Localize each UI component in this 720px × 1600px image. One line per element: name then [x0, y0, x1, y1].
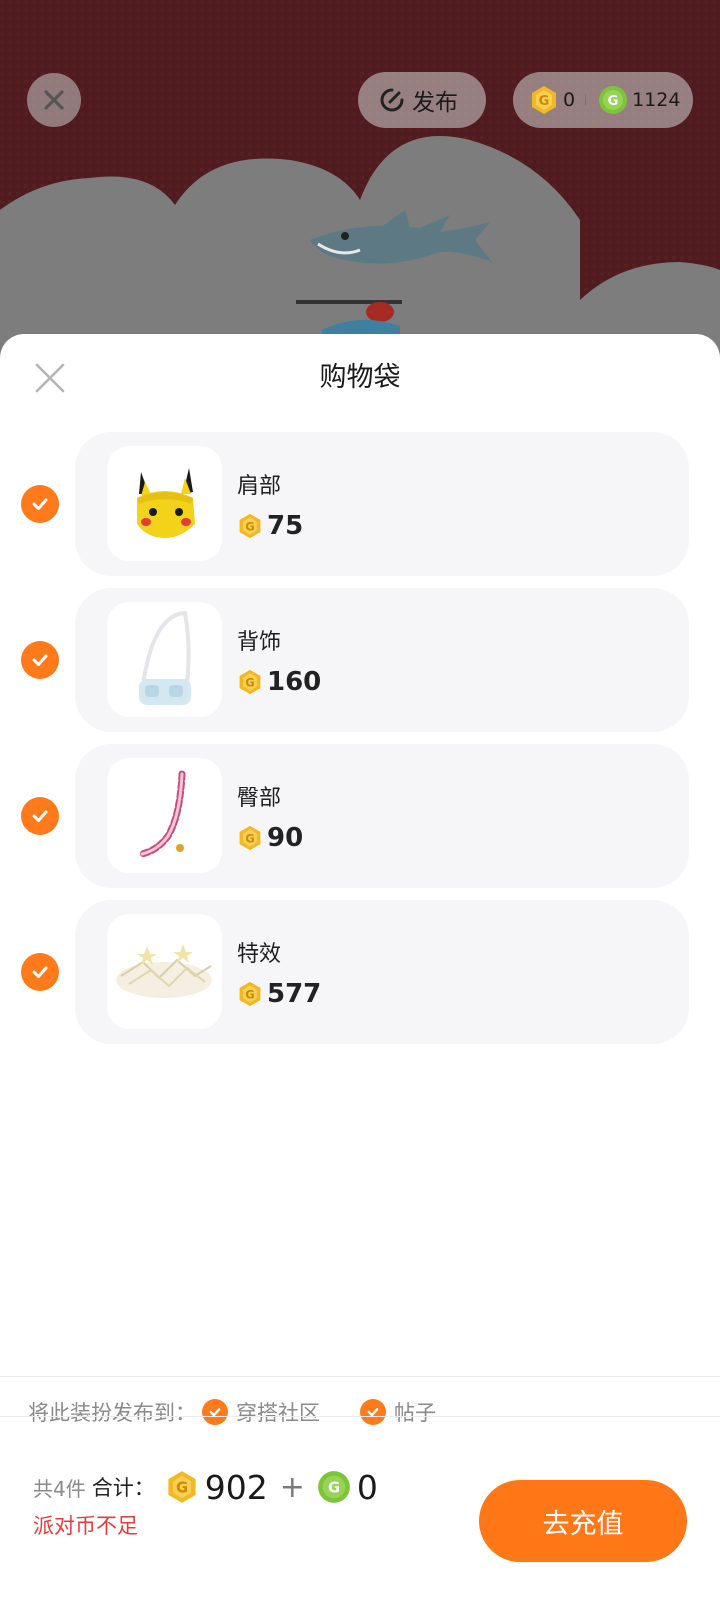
gold-coin-icon: G — [239, 669, 261, 695]
item-price: G 75 — [237, 511, 303, 541]
item-price: G 577 — [237, 979, 321, 1009]
cart-item: 臀部 G 90 — [0, 744, 720, 888]
svg-text:G: G — [245, 832, 254, 845]
item-name: 背饰 — [237, 630, 282, 655]
publish-option-post[interactable]: 帖子 — [360, 1397, 436, 1427]
pikachu-hat-image — [136, 467, 195, 538]
cart-item: 背饰 G 160 — [0, 588, 720, 732]
item-count: 共4件 — [33, 1476, 86, 1501]
item-checkbox[interactable] — [21, 797, 59, 835]
option-checkbox[interactable] — [360, 1399, 386, 1425]
close-scene-button[interactable] — [27, 73, 81, 127]
item-price-value: 90 — [267, 823, 304, 853]
item-card[interactable]: 特效 G 577 — [75, 900, 689, 1044]
recharge-button[interactable]: 去充值 — [479, 1480, 687, 1562]
coin-balance[interactable]: G 0 G 1124 — [513, 72, 693, 128]
svg-text:G: G — [245, 676, 254, 689]
effect-image — [116, 943, 212, 998]
svg-text:G: G — [245, 988, 254, 1001]
gold-coin-icon: G — [168, 1471, 196, 1503]
publish-option-community[interactable]: 穿搭社区 — [202, 1397, 320, 1427]
publish-to-row: 将此装扮发布到： 穿搭社区 帖子 — [28, 1396, 436, 1428]
item-thumbnail — [107, 758, 222, 873]
item-price-value: 160 — [267, 667, 322, 697]
check-icon — [32, 654, 48, 666]
option-label: 穿搭社区 — [236, 1401, 320, 1425]
item-thumbnail — [107, 914, 222, 1029]
back-bag-image — [138, 610, 191, 705]
publish-label: 发布 — [412, 90, 458, 116]
item-thumbnail — [107, 446, 222, 561]
insufficient-coins-warning: 派对币不足 — [33, 1514, 138, 1538]
gold-coin-icon: G — [239, 981, 261, 1007]
item-name: 臀部 — [237, 786, 282, 811]
green-balance: 1124 — [632, 89, 681, 111]
check-icon — [32, 966, 48, 978]
item-checkbox[interactable] — [21, 953, 59, 991]
item-name: 特效 — [237, 942, 282, 967]
total-line: 共4件 合计： G 902 + G 0 — [33, 1464, 378, 1510]
item-price: G 160 — [237, 667, 321, 697]
avatar-scene[interactable]: 发布 G 0 G 1124 — [0, 0, 720, 360]
divider — [0, 1376, 720, 1377]
svg-text:G: G — [328, 1480, 340, 1497]
publish-to-label: 将此装扮发布到： — [28, 1401, 196, 1425]
svg-text:G: G — [539, 94, 550, 109]
item-card[interactable]: 臀部 G 90 — [75, 744, 689, 888]
green-coin-icon: G — [318, 1471, 350, 1503]
item-price: G 90 — [237, 823, 303, 853]
cart-item: 特效 G 577 — [0, 900, 720, 1044]
option-label: 帖子 — [394, 1401, 436, 1425]
svg-text:G: G — [245, 520, 254, 533]
check-icon — [32, 810, 48, 822]
total-label: 合计： — [91, 1476, 155, 1500]
green-total: 0 — [356, 1467, 378, 1507]
item-card[interactable]: 肩部 G 75 — [75, 432, 689, 576]
close-icon — [44, 90, 64, 110]
coin-divider — [585, 94, 587, 106]
screen: 发布 G 0 G 1124 购物袋 肩部 G 75 背饰 G 160 臀部 G … — [0, 0, 720, 1600]
svg-text:G: G — [608, 94, 619, 109]
gold-coin-icon: G — [532, 86, 556, 114]
check-icon — [32, 498, 48, 510]
tail-image — [138, 770, 185, 857]
divider — [0, 1416, 720, 1417]
item-name: 肩部 — [237, 474, 282, 499]
publish-button[interactable]: 发布 — [358, 72, 486, 128]
item-checkbox[interactable] — [21, 641, 59, 679]
item-checkbox[interactable] — [21, 485, 59, 523]
item-card[interactable]: 背饰 G 160 — [75, 588, 689, 732]
shopping-bag-sheet: 购物袋 肩部 G 75 背饰 G 160 臀部 G 90 特效 G 577 将此… — [0, 334, 720, 1600]
order-summary: 共4件 合计： G 902 + G 0 派对币不足 — [33, 1464, 378, 1540]
gold-coin-icon: G — [239, 825, 261, 851]
item-thumbnail — [107, 602, 222, 717]
cart-item: 肩部 G 75 — [0, 432, 720, 576]
scene-backdrop — [0, 0, 720, 360]
svg-text:G: G — [176, 1480, 188, 1497]
item-price-value: 75 — [267, 511, 304, 541]
gold-balance: 0 — [563, 89, 576, 111]
publish-icon — [380, 88, 404, 112]
option-checkbox[interactable] — [202, 1399, 228, 1425]
gold-coin-icon: G — [239, 513, 261, 539]
item-price-value: 577 — [267, 979, 322, 1009]
gold-total: 902 — [204, 1467, 268, 1507]
green-coin-icon: G — [599, 86, 628, 114]
plus-sign: + — [279, 1469, 305, 1505]
sheet-title: 购物袋 — [319, 362, 401, 393]
